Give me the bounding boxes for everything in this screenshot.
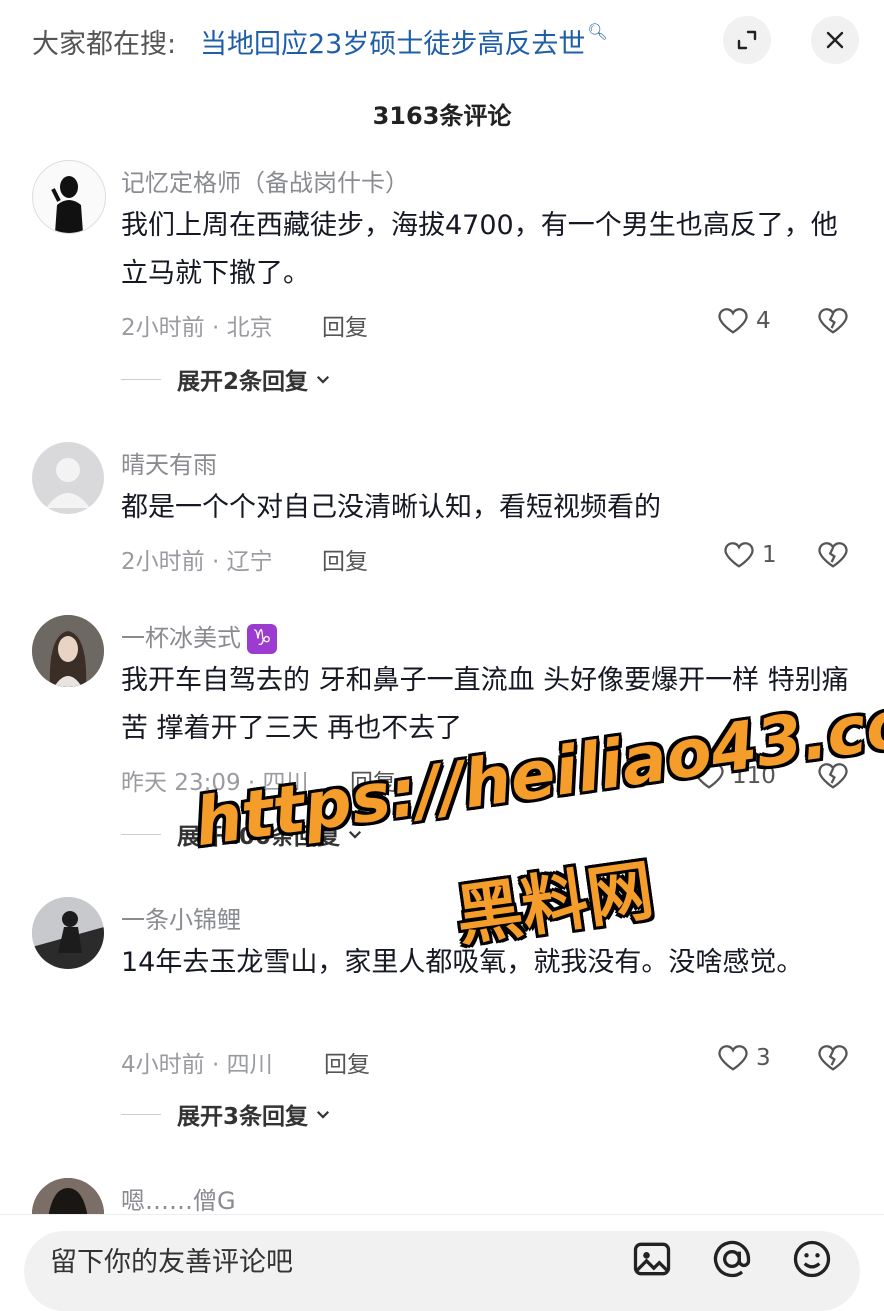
avatar[interactable] (32, 442, 104, 514)
username[interactable]: 记忆定格师（备战岗什卡） (121, 163, 409, 198)
at-icon (713, 1240, 751, 1278)
comment-text: 都是一个个对自己没清晰认知，看短视频看的 (121, 492, 661, 523)
dislike-button[interactable] (816, 1041, 850, 1079)
like-count: 3 (756, 1045, 771, 1071)
mention-button[interactable] (710, 1237, 754, 1281)
search-icon: 🔍︎ (587, 22, 608, 41)
top-bar: 大家都在搜: 当地回应23岁硕士徒步高反去世 🔍︎ (0, 0, 884, 82)
heart-icon (718, 1045, 748, 1071)
comment-meta: 昨天 23:09 · 四川 (121, 770, 309, 796)
capricorn-icon: ♑ (247, 624, 277, 654)
like-button[interactable]: 1 (722, 538, 777, 572)
expand-icon (737, 30, 757, 50)
image-button[interactable] (630, 1237, 674, 1281)
reply-button[interactable]: 回复 (322, 542, 368, 576)
comment-text: 14年去玉龙雪山，家里人都吸氧，就我没有。没啥感觉。 (121, 947, 804, 978)
close-button[interactable] (811, 16, 859, 64)
like-button[interactable]: 3 (716, 1041, 771, 1075)
comment-input-wrapper[interactable] (24, 1231, 860, 1311)
like-button[interactable]: 4 (716, 304, 771, 338)
expand-replies-button[interactable]: 展开2条回复 (121, 362, 332, 396)
comment-text: 我们上周在西藏徒步，海拔4700，有一个男生也高反了，他立马就下撤了。 (121, 210, 838, 289)
expand-replies-label[interactable]: 展开3条回复 (177, 1097, 308, 1131)
username[interactable]: 晴天有雨 (121, 445, 217, 480)
comment-meta: 2小时前 · 北京 (121, 315, 273, 341)
heart-icon (718, 308, 748, 334)
expand-replies-label[interactable]: 展开2条回复 (177, 362, 308, 396)
reply-button[interactable]: 回复 (322, 308, 368, 342)
like-count: 4 (756, 308, 771, 334)
expand-replies-button[interactable]: 展开100条回复 (121, 817, 364, 851)
heart-icon (694, 763, 724, 789)
avatar[interactable] (32, 615, 104, 687)
avatar[interactable] (32, 897, 104, 969)
chevron-down-icon (316, 1110, 330, 1119)
comment-input[interactable] (48, 1241, 612, 1283)
expand-replies-label[interactable]: 展开100条回复 (177, 817, 340, 851)
username[interactable]: 一杯冰美式 ♑ (121, 618, 277, 654)
comment-input-bar (0, 1214, 884, 1311)
divider-line (121, 1113, 161, 1115)
broken-heart-icon (818, 763, 848, 789)
broken-heart-icon (818, 308, 848, 334)
reply-button[interactable]: 回复 (350, 763, 396, 797)
reply-button[interactable]: 回复 (324, 1045, 370, 1079)
image-icon (633, 1242, 671, 1276)
trending-search-query[interactable]: 当地回应23岁硕士徒步高反去世 (200, 29, 585, 60)
expand-replies-button[interactable]: 展开3条回复 (121, 1097, 332, 1131)
broken-heart-icon (818, 1045, 848, 1071)
trending-search-link[interactable]: 当地回应23岁硕士徒步高反去世 🔍︎ (200, 22, 608, 61)
divider-line (121, 833, 161, 835)
like-count: 110 (732, 763, 776, 789)
avatar[interactable] (32, 160, 106, 234)
comment-count: 3163条评论 (372, 102, 512, 130)
trending-search-label: 大家都在搜: (32, 29, 177, 60)
username-text[interactable]: 一杯冰美式 (121, 624, 241, 652)
chevron-down-icon (316, 375, 330, 384)
dislike-button[interactable] (816, 304, 850, 342)
comment-meta: 4小时前 · 四川 (121, 1052, 273, 1078)
chevron-down-icon (348, 830, 362, 839)
comment-meta: 2小时前 · 辽宁 (121, 549, 273, 575)
like-button[interactable]: 110 (692, 759, 776, 793)
dislike-button[interactable] (816, 759, 850, 797)
like-count: 1 (762, 542, 777, 568)
heart-icon (724, 542, 754, 568)
emoji-icon (793, 1240, 831, 1278)
comment-text: 我开车自驾去的 牙和鼻子一直流血 头好像要爆开一样 特别痛苦 撑着开了三天 再也… (121, 665, 849, 744)
broken-heart-icon (818, 542, 848, 568)
username[interactable]: 嗯……僧G (121, 1181, 236, 1216)
divider-line (121, 378, 161, 380)
username[interactable]: 一条小锦鲤 (121, 900, 241, 935)
close-icon (826, 31, 844, 49)
emoji-button[interactable] (790, 1237, 834, 1281)
dislike-button[interactable] (816, 538, 850, 576)
expand-button[interactable] (723, 16, 771, 64)
